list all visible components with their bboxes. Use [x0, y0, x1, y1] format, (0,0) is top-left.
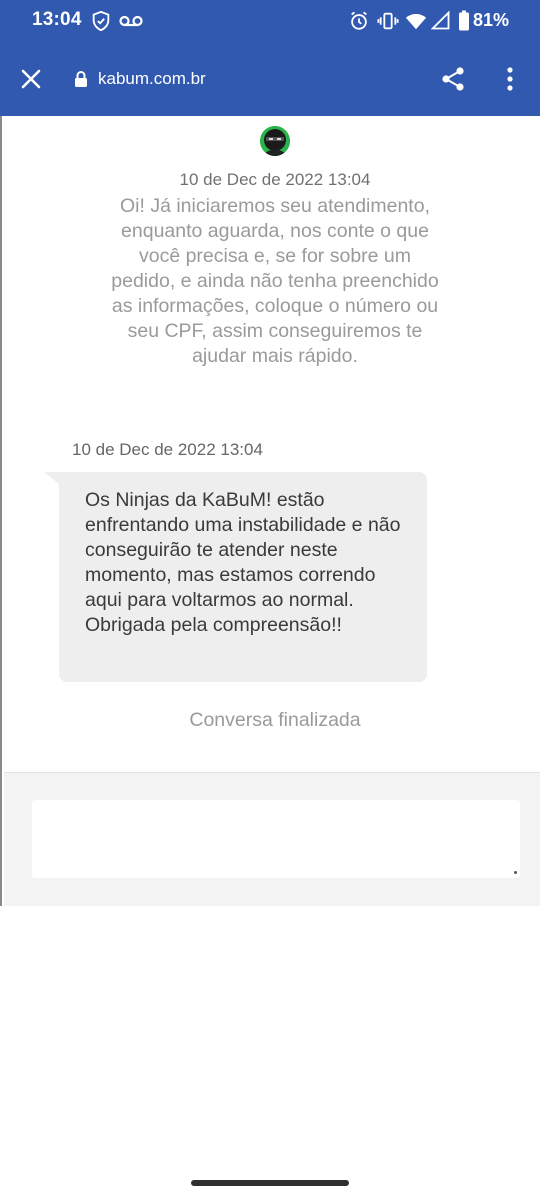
message-timestamp: 10 de Dec de 2022 13:04 — [72, 440, 263, 459]
lock-icon — [75, 71, 87, 87]
cell-signal-icon — [430, 10, 453, 32]
shield-check-icon — [90, 10, 112, 32]
alarm-icon — [348, 10, 370, 32]
share-button[interactable] — [434, 60, 472, 98]
share-icon — [442, 67, 464, 91]
bubble-tail — [44, 472, 59, 484]
close-button[interactable] — [12, 60, 50, 98]
chat-panel: 10 de Dec de 2022 13:04 Oi! Já iniciarem… — [0, 116, 540, 906]
more-vert-icon — [507, 67, 513, 91]
voicemail-icon — [118, 10, 144, 32]
message-timestamp: 10 de Dec de 2022 13:04 — [179, 170, 371, 189]
resize-handle[interactable] — [514, 871, 517, 874]
url-text: kabum.com.br — [98, 69, 206, 88]
conversation-ended-label: Conversa finalizada — [189, 709, 361, 731]
battery-icon — [458, 10, 470, 32]
custom-tab-toolbar: kabum.com.br — [0, 42, 540, 116]
system-greeting-message: Oi! Já iniciaremos seu atendimento, enqu… — [111, 195, 439, 367]
battery-percent: 81% — [473, 10, 510, 30]
message-input[interactable] — [32, 800, 520, 878]
composer-area — [4, 772, 540, 906]
more-options-button[interactable] — [491, 60, 529, 98]
status-time: 13:04 — [32, 9, 82, 30]
ninja-icon — [260, 126, 290, 156]
agent-message-bubble: Os Ninjas da KaBuM! estão enfrentando um… — [59, 472, 427, 682]
url-bar[interactable]: kabum.com.br — [74, 66, 206, 92]
vibrate-icon — [377, 10, 399, 32]
wifi-icon — [405, 10, 427, 32]
gesture-nav-handle[interactable] — [191, 1180, 349, 1186]
close-icon — [21, 69, 41, 89]
status-bar: 13:04 81% — [0, 0, 540, 42]
agent-avatar — [260, 126, 290, 156]
